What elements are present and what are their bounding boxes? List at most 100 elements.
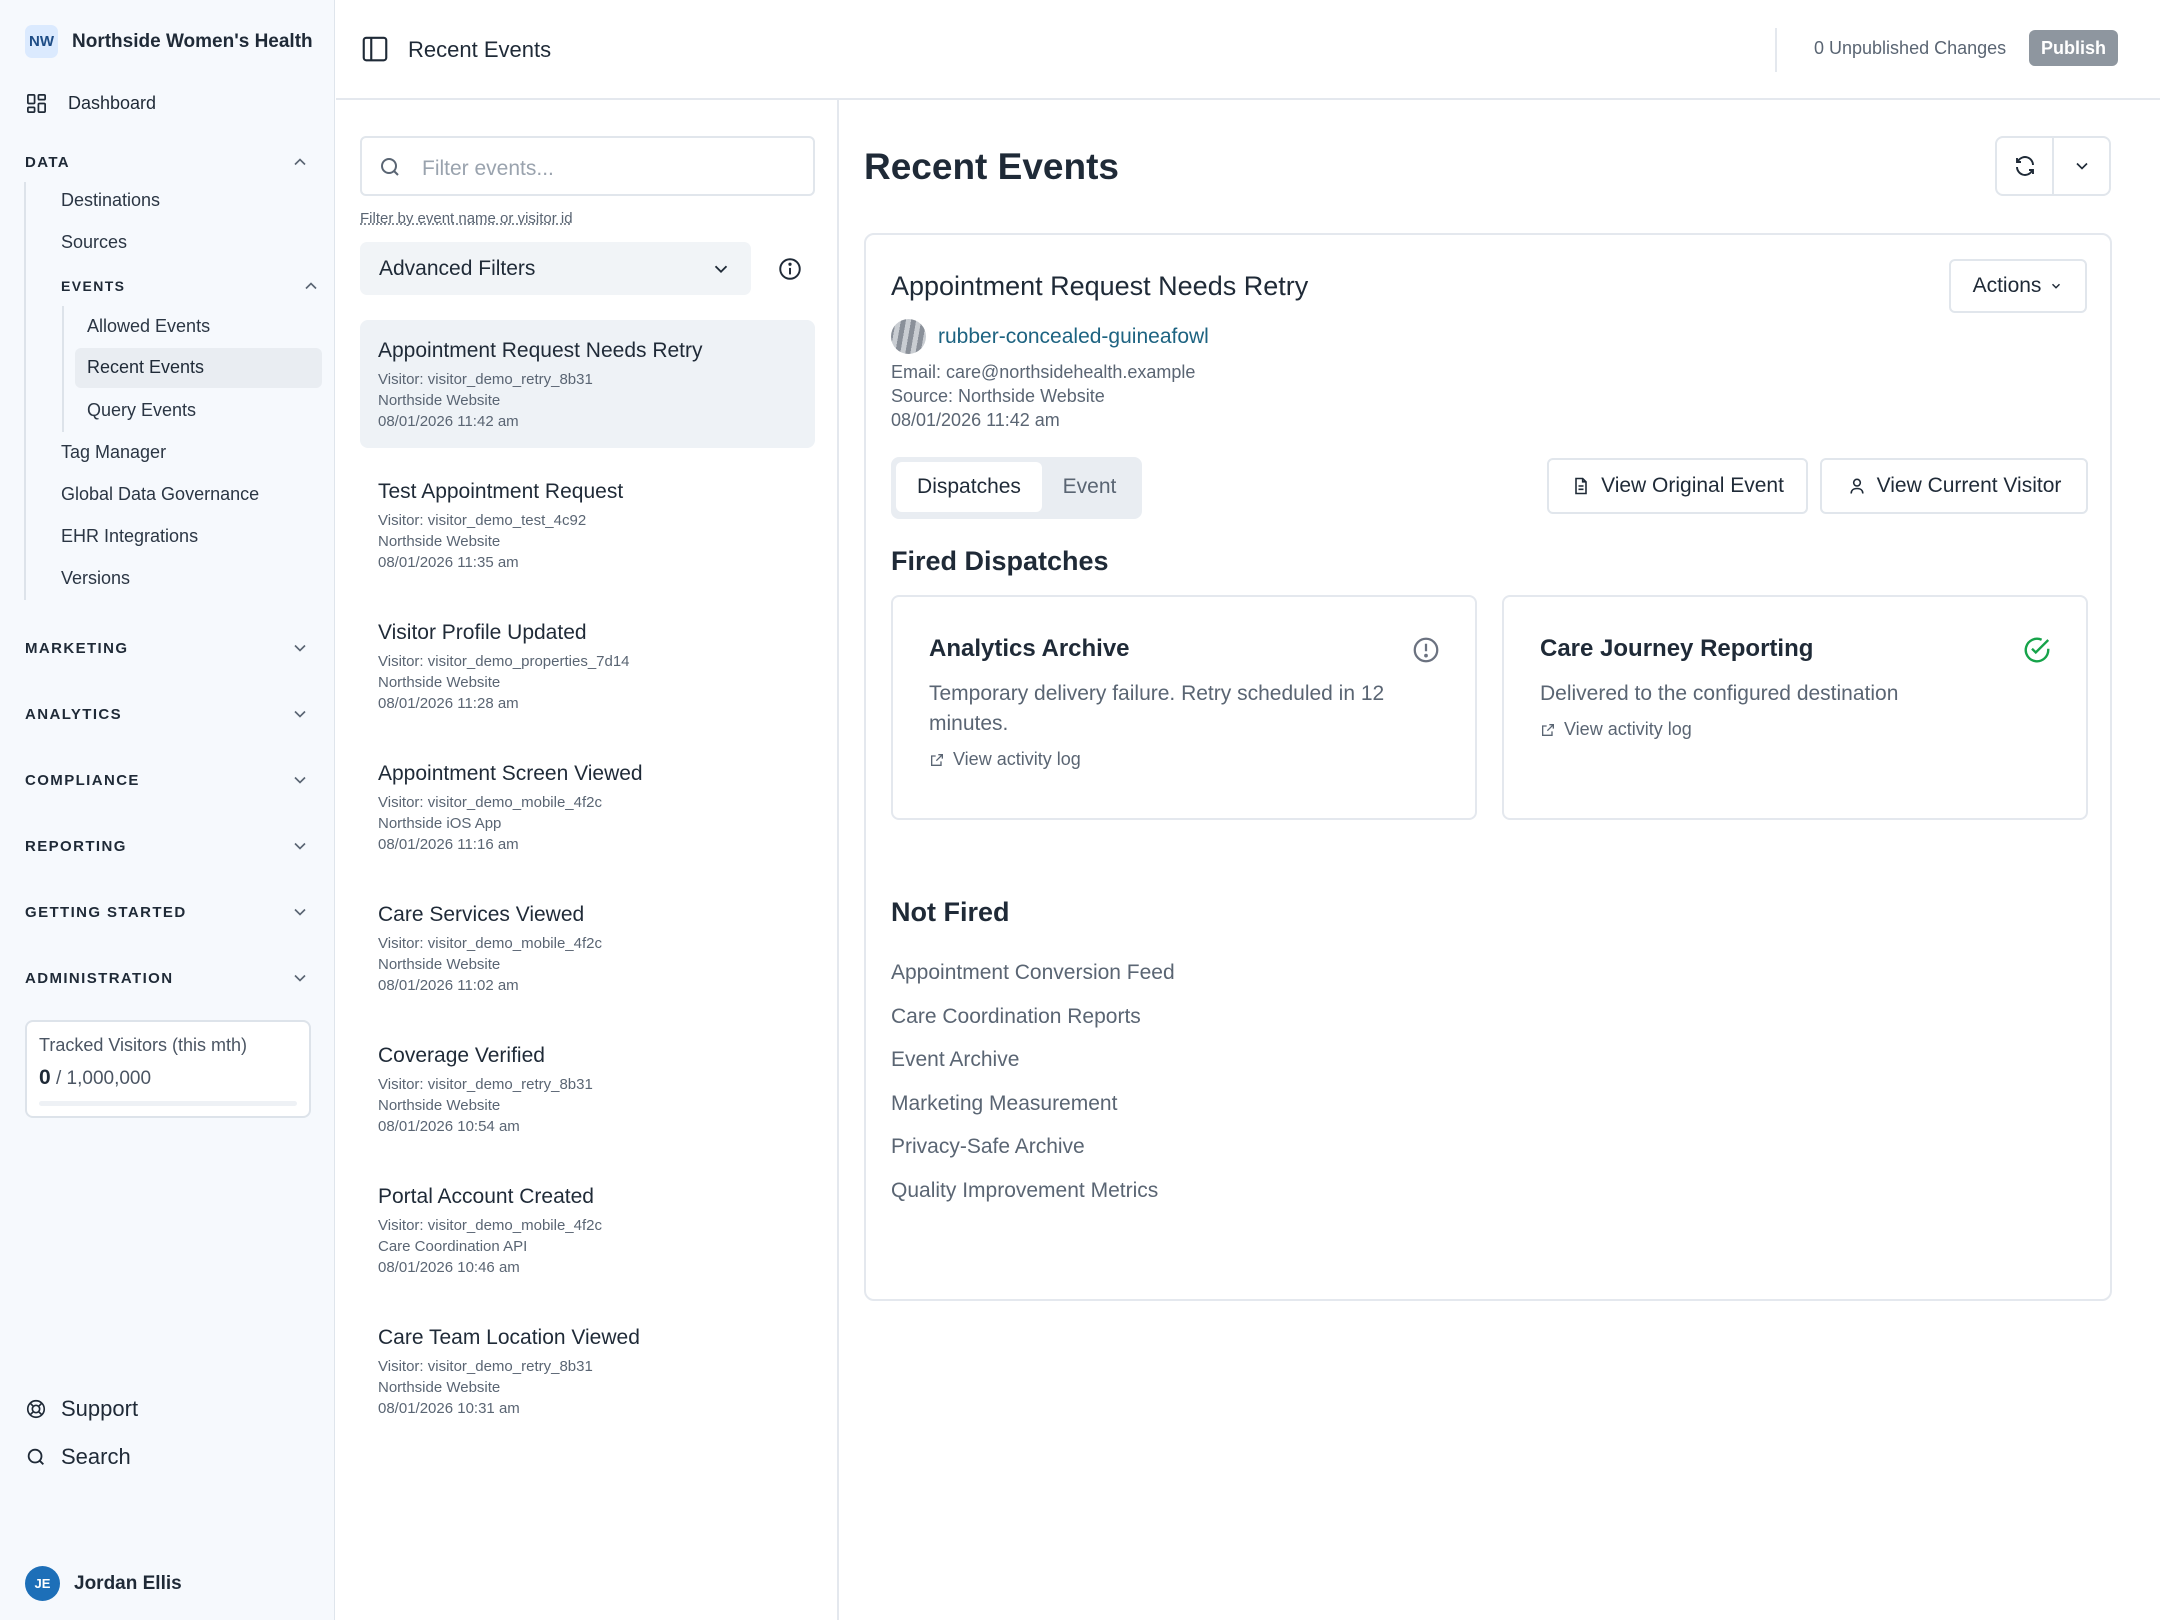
activity-log-label: View activity log: [1564, 719, 1692, 739]
view-original-event-button[interactable]: View Original Event: [1547, 458, 1808, 514]
refresh-control: [1995, 136, 2111, 196]
org-switcher[interactable]: NW Northside Women's Health: [25, 25, 313, 58]
event-list-item[interactable]: Appointment Screen Viewed Visitor: visit…: [360, 743, 815, 871]
tracked-visitors-limit: / 1,000,000: [55, 1068, 152, 1089]
sidebar-item-query-events[interactable]: Query Events: [87, 400, 196, 421]
document-icon: [1571, 476, 1591, 496]
external-link-icon: [929, 752, 945, 768]
event-list-item[interactable]: Care Services Viewed Visitor: visitor_de…: [360, 884, 815, 1012]
not-fired-item: Privacy-Safe Archive: [891, 1135, 1085, 1158]
event-visitor: Visitor: visitor_demo_mobile_4f2c: [378, 1217, 602, 1234]
page-title: Recent Events: [408, 37, 552, 62]
activity-log-label: View activity log: [953, 749, 1081, 769]
chevron-down-icon: [290, 902, 310, 922]
dispatch-name: Analytics Archive: [929, 635, 1130, 662]
section-label: ADMINISTRATION: [25, 969, 174, 987]
visitor-link[interactable]: rubber-concealed-guineafowl: [891, 319, 1209, 354]
event-list-item[interactable]: Portal Account Created Visitor: visitor_…: [360, 1166, 815, 1294]
dispatch-card: Analytics Archive Temporary delivery fai…: [891, 595, 1477, 820]
chevron-down-icon: [290, 968, 310, 988]
section-events[interactable]: EVENTS: [61, 276, 321, 296]
org-name: Northside Women's Health: [72, 30, 313, 52]
section-reporting[interactable]: REPORTING: [25, 836, 310, 856]
event-title: Care Services Viewed: [378, 903, 585, 926]
sidebar-item-dashboard[interactable]: Dashboard: [25, 92, 156, 115]
section-label: COMPLIANCE: [25, 771, 140, 789]
event-list-item[interactable]: Test Appointment Request Visitor: visito…: [360, 461, 815, 589]
not-fired-item: Event Archive: [891, 1048, 1020, 1071]
chevron-down-icon: [710, 258, 732, 280]
event-source: Northside iOS App: [378, 815, 502, 832]
event-title: Test Appointment Request: [378, 480, 624, 503]
view-current-visitor-label: View Current Visitor: [1876, 474, 2062, 497]
not-fired-item: Marketing Measurement: [891, 1092, 1118, 1115]
event-visitor: Visitor: visitor_demo_mobile_4f2c: [378, 935, 602, 952]
info-icon[interactable]: [777, 256, 803, 282]
search-input[interactable]: Filter events...: [360, 136, 815, 196]
tree-line: [62, 306, 64, 432]
detail-page-title: Recent Events: [864, 146, 1119, 187]
section-compliance[interactable]: COMPLIANCE: [25, 770, 310, 790]
event-list-item[interactable]: Coverage Verified Visitor: visitor_demo_…: [360, 1025, 815, 1153]
event-visitor: Visitor: visitor_demo_retry_8b31: [378, 1358, 593, 1375]
section-administration[interactable]: ADMINISTRATION: [25, 968, 310, 988]
tab-event[interactable]: Event: [1042, 462, 1137, 512]
sidebar-item-tag-manager[interactable]: Tag Manager: [61, 442, 166, 463]
event-list-item[interactable]: Care Team Location Viewed Visitor: visit…: [360, 1307, 815, 1435]
search-icon: [25, 1446, 47, 1468]
sidebar-item-destinations[interactable]: Destinations: [61, 190, 160, 211]
event-time: 08/01/2026 11:02 am: [378, 977, 519, 994]
event-time: 08/01/2026 10:46 am: [378, 1259, 520, 1276]
view-activity-log-link[interactable]: View activity log: [1540, 719, 2050, 740]
support-link[interactable]: Support: [25, 1396, 138, 1422]
chevron-down-icon: [290, 638, 310, 658]
sidebar-item-recent-events[interactable]: Recent Events: [75, 348, 322, 388]
user-menu[interactable]: JE Jordan Ellis: [25, 1566, 182, 1601]
event-title: Coverage Verified: [378, 1044, 545, 1067]
dispatch-name: Care Journey Reporting: [1540, 635, 1814, 662]
sidebar-item-ehr-integrations[interactable]: EHR Integrations: [61, 526, 198, 547]
event-visitor: Visitor: visitor_demo_retry_8b31: [378, 371, 593, 388]
not-fired-item: Care Coordination Reports: [891, 1005, 1141, 1028]
dashboard-icon: [25, 92, 48, 115]
section-label: GETTING STARTED: [25, 903, 187, 921]
actions-label: Actions: [1972, 274, 2042, 297]
refresh-button[interactable]: [1997, 138, 2052, 194]
tracked-visitors-progress: [39, 1101, 297, 1106]
sidebar: NW Northside Women's Health Dashboard DA…: [0, 0, 335, 1620]
sidebar-toggle-icon[interactable]: [360, 34, 390, 64]
event-time: 08/01/2026 11:35 am: [378, 554, 519, 571]
section-label: REPORTING: [25, 837, 127, 855]
tab-dispatches[interactable]: Dispatches: [896, 462, 1042, 512]
section-getting-started[interactable]: GETTING STARTED: [25, 902, 310, 922]
dispatch-description: Temporary delivery failure. Retry schedu…: [929, 682, 1385, 735]
sidebar-item-sources[interactable]: Sources: [61, 232, 127, 253]
refresh-icon: [2013, 154, 2037, 178]
publish-button[interactable]: Publish: [2029, 30, 2118, 66]
advanced-filters-dropdown[interactable]: Advanced Filters: [360, 242, 751, 295]
section-marketing[interactable]: MARKETING: [25, 638, 310, 658]
tree-line: [24, 182, 26, 600]
sidebar-item-versions[interactable]: Versions: [61, 568, 130, 589]
chevron-down-icon: [290, 836, 310, 856]
check-circle-icon: [2022, 635, 2052, 665]
section-data[interactable]: DATA: [25, 152, 310, 172]
sidebar-item-global-data-governance[interactable]: Global Data Governance: [61, 484, 259, 505]
external-link-icon: [1540, 722, 1556, 738]
event-list-item[interactable]: Appointment Request Needs Retry Visitor:…: [360, 320, 815, 448]
section-analytics[interactable]: ANALYTICS: [25, 704, 310, 724]
search-link[interactable]: Search: [25, 1444, 131, 1470]
sidebar-item-allowed-events[interactable]: Allowed Events: [87, 316, 210, 337]
event-source: Northside Website: [378, 1379, 501, 1396]
event-detail-card: Appointment Request Needs Retry Actions …: [864, 233, 2112, 1301]
fired-dispatches-heading: Fired Dispatches: [891, 546, 1109, 576]
event-source: Northside Website: [378, 1097, 501, 1114]
section-label: EVENTS: [61, 278, 126, 294]
view-activity-log-link[interactable]: View activity log: [929, 749, 1439, 770]
view-current-visitor-button[interactable]: View Current Visitor: [1820, 458, 2088, 514]
refresh-options-button[interactable]: [2052, 138, 2109, 194]
dispatch-card: Care Journey Reporting Delivered to the …: [1502, 595, 2088, 820]
not-fired-item: Quality Improvement Metrics: [891, 1179, 1159, 1202]
actions-button[interactable]: Actions: [1949, 259, 2087, 313]
event-list-item[interactable]: Visitor Profile Updated Visitor: visitor…: [360, 602, 815, 730]
